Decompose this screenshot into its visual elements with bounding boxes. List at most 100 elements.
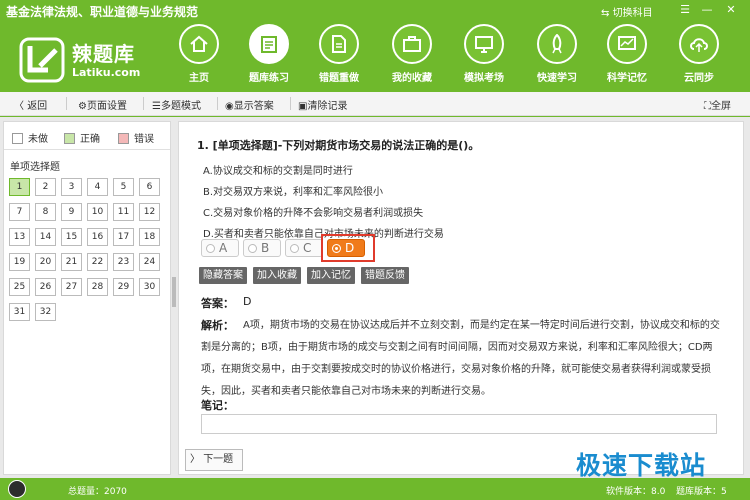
main-area: 未做 正确 错误 单项选择题 1 2 3 4 5 6 7 8 9 10 11 12 13 14 15 16 17… [0, 117, 750, 478]
add-favorite-button[interactable]: 加入收藏 [253, 267, 301, 284]
radio-icon [290, 244, 299, 253]
panel-splitter[interactable] [172, 277, 176, 307]
add-memory-button[interactable]: 加入记忆 [307, 267, 355, 284]
radio-icon [206, 244, 215, 253]
chevron-right-icon: 〉 [190, 454, 204, 465]
divider [217, 97, 218, 110]
question-panel: 1. [单项选择题]-下列对期货市场交易的说法正确的是()。 A.协议成交和标的… [178, 121, 744, 475]
nav-cloud-sync-label: 云同步 [684, 73, 714, 84]
question-number-cell[interactable]: 3 [61, 178, 82, 196]
nav-memory[interactable]: 科学记忆 [597, 24, 657, 90]
nav-mock-exam[interactable]: 模拟考场 [454, 24, 514, 90]
question-number-cell[interactable]: 2 [35, 178, 56, 196]
nav-home[interactable]: 主页 [169, 24, 229, 90]
hide-answer-button[interactable]: 隐藏答案 [199, 267, 247, 284]
question-number-cell[interactable]: 4 [87, 178, 108, 196]
page-settings-button[interactable]: ⚙页面设置 [78, 97, 127, 112]
notes-label: 笔记： [201, 399, 234, 412]
menu-icon[interactable]: ☰ [676, 2, 694, 18]
question-number-cell[interactable]: 7 [9, 203, 30, 221]
question-number-cell[interactable]: 22 [87, 253, 108, 271]
nav-quick-learn-label: 快速学习 [537, 73, 577, 84]
rocket-icon [552, 34, 562, 54]
question-number-cell[interactable]: 13 [9, 228, 30, 246]
question-number-cell[interactable]: 6 [139, 178, 160, 196]
question-number-cell[interactable]: 27 [61, 278, 82, 296]
nav-practice[interactable]: 题库练习 [239, 24, 299, 90]
question-number-cell[interactable]: 19 [9, 253, 30, 271]
question-number-cell[interactable]: 14 [35, 228, 56, 246]
logo-icon [19, 37, 65, 83]
cloud-upload-icon [690, 38, 708, 52]
question-number-cell[interactable]: 8 [35, 203, 56, 221]
question-number-cell[interactable]: 23 [113, 253, 134, 271]
question-number-cell[interactable]: 31 [9, 303, 30, 321]
question-bank-version: 题库版本：5 [676, 487, 727, 497]
window-title: 基金法律法规、职业道德与业务规范 [6, 5, 199, 19]
clear-records-button[interactable]: ▣清除记录 [298, 97, 347, 112]
section-title: 单项选择题 [10, 162, 60, 173]
answer-value: D [243, 295, 252, 308]
nav-wrong-redo-label: 错题重做 [319, 73, 359, 84]
question-number-cell[interactable]: 11 [113, 203, 134, 221]
question-number-cell[interactable]: 24 [139, 253, 160, 271]
close-icon[interactable]: ✕ [722, 2, 740, 18]
question-number-cell[interactable]: 12 [139, 203, 160, 221]
choice-b[interactable]: B [243, 239, 281, 257]
question-number-cell[interactable]: 16 [87, 228, 108, 246]
question-number-cell[interactable]: 15 [61, 228, 82, 246]
fullscreen-icon: ⛶ [704, 101, 711, 112]
question-number-cell[interactable]: 5 [113, 178, 134, 196]
question-number-cell[interactable]: 30 [139, 278, 160, 296]
logo-subtitle: Latiku.com [72, 66, 141, 79]
question-number-cell[interactable]: 10 [87, 203, 108, 221]
divider [143, 97, 144, 110]
nav-wrong-redo[interactable]: 错题重做 [309, 24, 369, 90]
notes-input[interactable] [201, 414, 717, 434]
status-bar: 总题量：2070 软件版本：8.0 题库版本：5 [0, 478, 750, 500]
switch-icon: ⇆ [601, 8, 610, 19]
nav-favorites[interactable]: 我的收藏 [382, 24, 442, 90]
multi-mode-button[interactable]: ☰多题模式 [152, 97, 201, 112]
question-number-cell[interactable]: 32 [35, 303, 56, 321]
minimize-icon[interactable]: — [698, 2, 716, 18]
question-number-cell[interactable]: 29 [113, 278, 134, 296]
question-number-cell[interactable]: 21 [61, 253, 82, 271]
question-number-cell[interactable]: 28 [87, 278, 108, 296]
next-question-button[interactable]: 〉 下一题 [185, 449, 243, 471]
radio-icon [248, 244, 257, 253]
nav-cloud-sync[interactable]: 云同步 [669, 24, 729, 90]
choice-c[interactable]: C [285, 239, 323, 257]
fullscreen-button[interactable]: ⛶全屏 [704, 97, 731, 112]
question-number-cell[interactable]: 18 [139, 228, 160, 246]
question-number-cell[interactable]: 17 [113, 228, 134, 246]
report-error-button[interactable]: 错题反馈 [361, 267, 409, 284]
choice-a[interactable]: A [201, 239, 239, 257]
qq-avatar-icon[interactable] [8, 480, 26, 498]
option-c-text: C.交易对象价格的升降不会影响交易者利润或损失 [203, 208, 424, 219]
legend-wrong: 错误 [118, 130, 154, 145]
next-question-label: 下一题 [203, 454, 234, 465]
question-number-cell[interactable]: 1 [9, 178, 30, 196]
choice-a-label: A [219, 241, 228, 255]
legend-correct-label: 正确 [80, 134, 100, 145]
back-button[interactable]: 〈 返回 [14, 97, 47, 112]
nav-favorites-label: 我的收藏 [392, 73, 432, 84]
question-navigator: 未做 正确 错误 单项选择题 1 2 3 4 5 6 7 8 9 10 11 12 13 14 15 16 17… [3, 121, 171, 475]
legend: 未做 正确 错误 [4, 122, 170, 150]
back-label: 返回 [27, 101, 48, 112]
nav-quick-learn[interactable]: 快速学习 [527, 24, 587, 90]
question-title: 1. [单项选择题]-下列对期货市场交易的说法正确的是()。 [197, 139, 480, 152]
monitor-icon [475, 36, 493, 53]
switch-subject-button[interactable]: ⇆ 切换科目 [601, 4, 653, 19]
question-number-cell[interactable]: 26 [35, 278, 56, 296]
wrong-swatch [118, 133, 129, 144]
question-number-cell[interactable]: 9 [61, 203, 82, 221]
list-icon: ☰ [152, 101, 161, 112]
page-settings-label: 页面设置 [86, 101, 127, 112]
show-answer-button[interactable]: ◉显示答案 [225, 97, 274, 112]
chevron-left-icon: 〈 [14, 101, 28, 112]
question-number-cell[interactable]: 20 [35, 253, 56, 271]
question-number-cell[interactable]: 25 [9, 278, 30, 296]
nav-memory-label: 科学记忆 [607, 73, 647, 84]
